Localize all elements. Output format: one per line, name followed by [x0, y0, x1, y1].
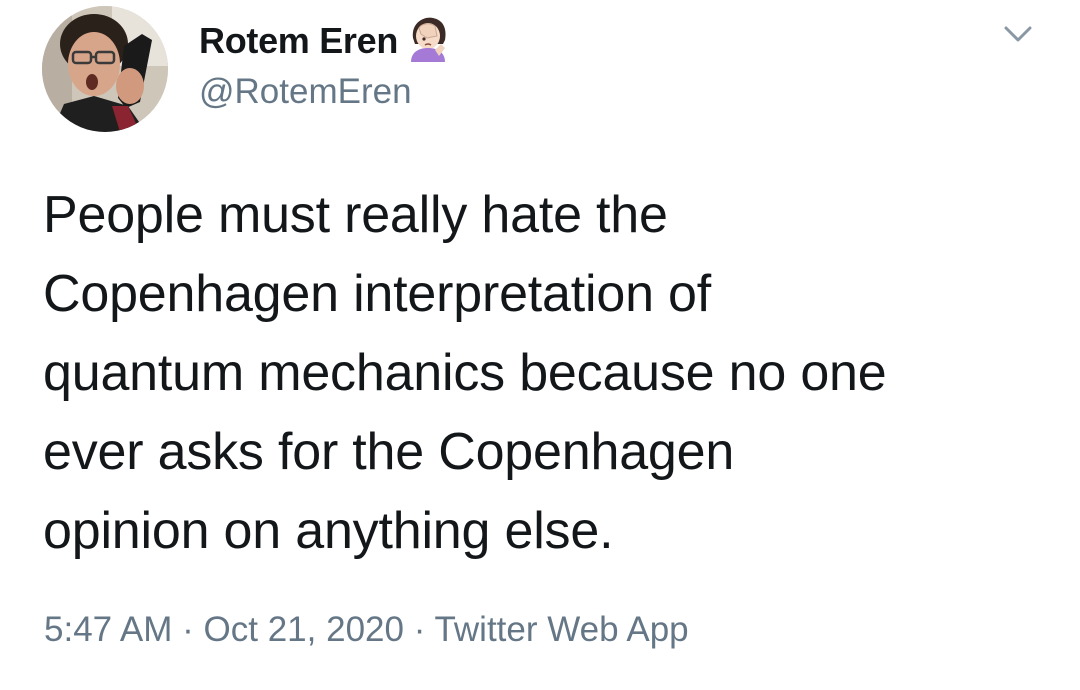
- tweet-date[interactable]: Oct 21, 2020: [204, 610, 404, 649]
- separator-dot: ·: [182, 610, 194, 649]
- separator-dot: ·: [413, 610, 426, 649]
- meta-separator: ·: [182, 610, 203, 649]
- meta-separator: ·: [414, 610, 435, 649]
- avatar-photo: [42, 6, 168, 132]
- tweet-source[interactable]: Twitter Web App: [434, 610, 688, 649]
- display-name[interactable]: Rotem Eren: [199, 20, 398, 62]
- chevron-down-icon[interactable]: [1000, 20, 1036, 50]
- user-handle[interactable]: @RotemEren: [199, 72, 412, 112]
- tweet-time[interactable]: 5:47 AM: [44, 610, 172, 649]
- tweet-card: Rotem Eren @RotemEren People must really…: [0, 0, 1080, 690]
- tweet-text: People must really hate the Copenhagen i…: [43, 186, 887, 560]
- avatar[interactable]: [42, 6, 168, 132]
- tweet-meta: 5:47 AM · Oct 21, 2020 · Twitter Web App: [44, 608, 689, 652]
- woman-facepalming-emoji-icon: [405, 14, 451, 62]
